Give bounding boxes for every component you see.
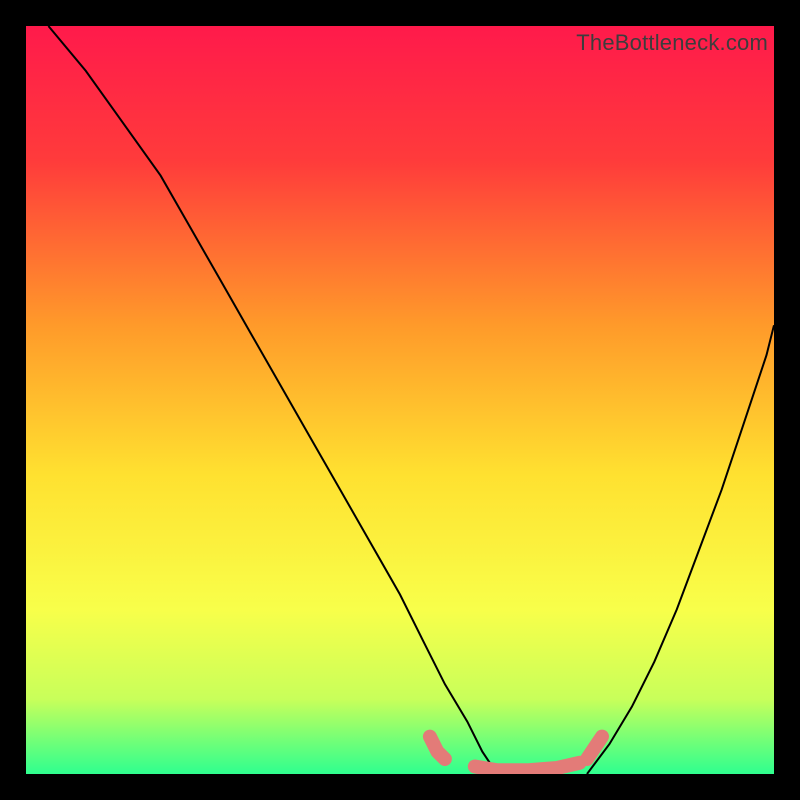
gradient-background xyxy=(26,26,774,774)
highlight-segment-1 xyxy=(475,763,580,771)
chart-frame: TheBottleneck.com xyxy=(26,26,774,774)
watermark-text: TheBottleneck.com xyxy=(576,30,768,56)
bottleneck-chart xyxy=(26,26,774,774)
